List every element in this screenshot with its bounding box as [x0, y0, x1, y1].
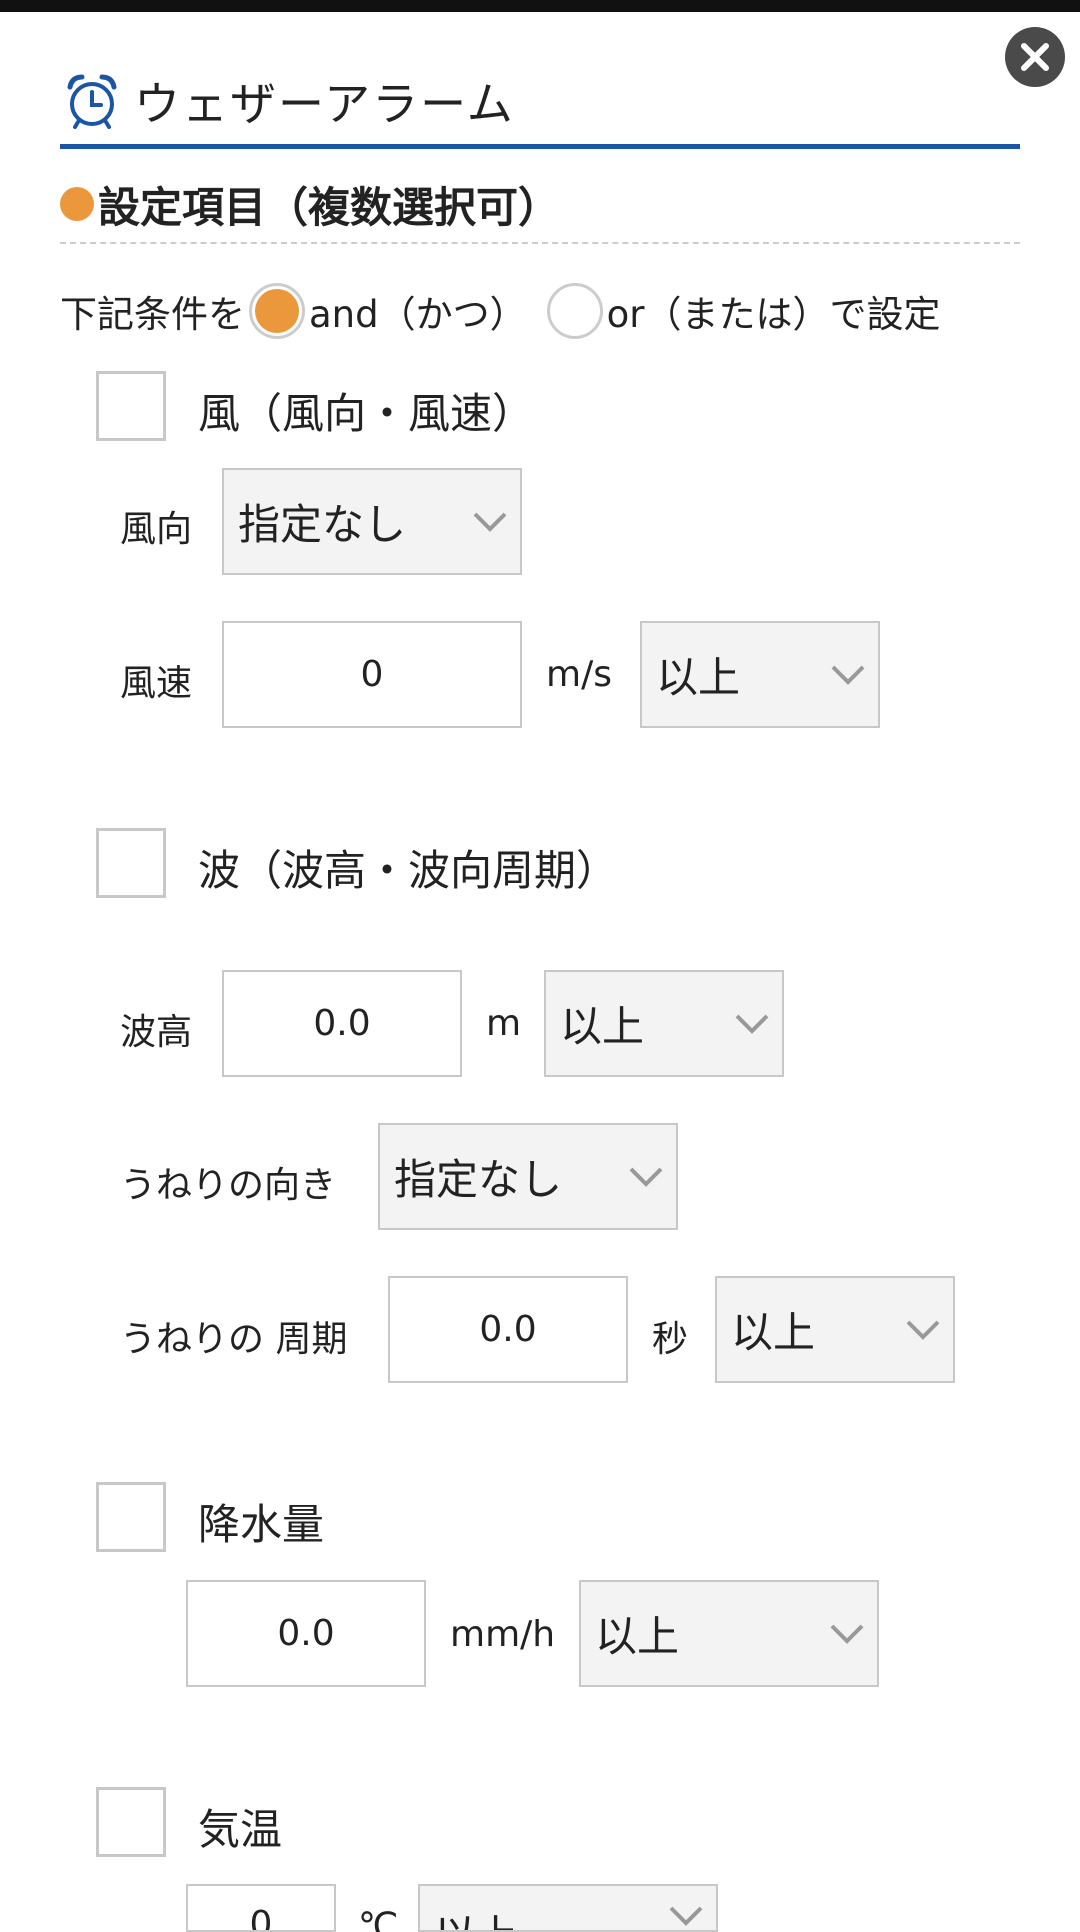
wave-height-label: 波高: [120, 1012, 193, 1053]
wind-label[interactable]: 風（風向・風速）: [198, 380, 534, 441]
temp-unit: ℃: [358, 1906, 399, 1932]
condition-prefix: 下記条件を: [60, 293, 245, 336]
precip-input[interactable]: 0.0: [186, 1580, 426, 1687]
wind-speed-cmp-select[interactable]: 以上: [640, 621, 880, 728]
close-icon: [1021, 43, 1049, 71]
wind-direction-value: 指定なし: [238, 500, 407, 549]
temp-label[interactable]: 気温: [198, 1796, 282, 1857]
precip-unit: mm/h: [450, 1614, 556, 1655]
swell-period-unit: 秒: [652, 1319, 689, 1360]
wave-height-value: 0.0: [313, 1003, 371, 1044]
temp-input[interactable]: 0: [186, 1884, 336, 1932]
chevron-down-icon: [669, 1906, 703, 1926]
alarm-clock-icon: [67, 74, 117, 129]
swell-direction-label: うねりの向き: [120, 1165, 337, 1206]
wave-height-input[interactable]: 0.0: [222, 970, 462, 1077]
chevron-down-icon: [735, 1014, 769, 1034]
wave-height-cmp-select[interactable]: 以上: [544, 970, 784, 1077]
swell-direction-select[interactable]: 指定なし: [378, 1123, 678, 1230]
wind-speed-unit: m/s: [546, 654, 612, 695]
temp-cmp-value: 以上: [434, 1902, 518, 1930]
precip-checkbox[interactable]: [96, 1482, 166, 1552]
chevron-down-icon: [906, 1320, 940, 1340]
condition-row: 下記条件を and（かつ） or（または）で設定: [60, 280, 940, 342]
wave-height-cmp-value: 以上: [560, 1002, 645, 1051]
chevron-down-icon: [830, 1624, 864, 1644]
precip-value: 0.0: [277, 1613, 335, 1654]
or-radio[interactable]: [546, 283, 603, 339]
section-heading: 設定項目（複数選択可）: [60, 166, 1020, 244]
precip-cmp-select[interactable]: 以上: [579, 1580, 879, 1687]
temp-value: 0: [249, 1904, 273, 1932]
wave-checkbox[interactable]: [96, 828, 166, 898]
precip-cmp-value: 以上: [595, 1612, 680, 1661]
wind-speed-value: 0: [360, 654, 384, 695]
wind-checkbox[interactable]: [96, 371, 166, 441]
swell-period-input[interactable]: 0.0: [388, 1276, 628, 1383]
wave-label[interactable]: 波（波高・波向周期）: [198, 837, 618, 898]
swell-period-cmp-value: 以上: [731, 1308, 816, 1357]
wind-speed-label: 風速: [120, 663, 193, 704]
temp-cmp-select[interactable]: 以上: [418, 1884, 718, 1932]
temp-checkbox[interactable]: [96, 1787, 166, 1857]
page-title: ウェザーアラーム: [134, 77, 515, 131]
wind-direction-select[interactable]: 指定なし: [222, 468, 522, 575]
and-label[interactable]: and（かつ）: [309, 284, 527, 338]
precip-label[interactable]: 降水量: [198, 1491, 324, 1552]
chevron-down-icon: [629, 1167, 663, 1187]
dialog-header: ウェザーアラーム: [60, 58, 1020, 149]
swell-period-cmp-select[interactable]: 以上: [715, 1276, 955, 1383]
radio-selected-dot: [255, 289, 299, 333]
swell-period-label: うねりの 周期: [120, 1319, 348, 1360]
wind-direction-label: 風向: [120, 509, 193, 550]
wind-speed-cmp-value: 以上: [656, 653, 741, 702]
swell-period-value: 0.0: [479, 1309, 537, 1350]
wind-speed-input[interactable]: 0: [222, 621, 522, 728]
bullet-dot-icon: [60, 187, 94, 221]
or-label[interactable]: or（または）で設定: [607, 284, 941, 338]
swell-direction-value: 指定なし: [394, 1155, 563, 1204]
wave-height-unit: m: [486, 1003, 522, 1044]
section-heading-text: 設定項目（複数選択可）: [98, 182, 561, 232]
and-radio[interactable]: [249, 283, 305, 339]
chevron-down-icon: [831, 665, 865, 685]
chevron-down-icon: [473, 512, 507, 532]
status-bar: [0, 0, 1080, 12]
